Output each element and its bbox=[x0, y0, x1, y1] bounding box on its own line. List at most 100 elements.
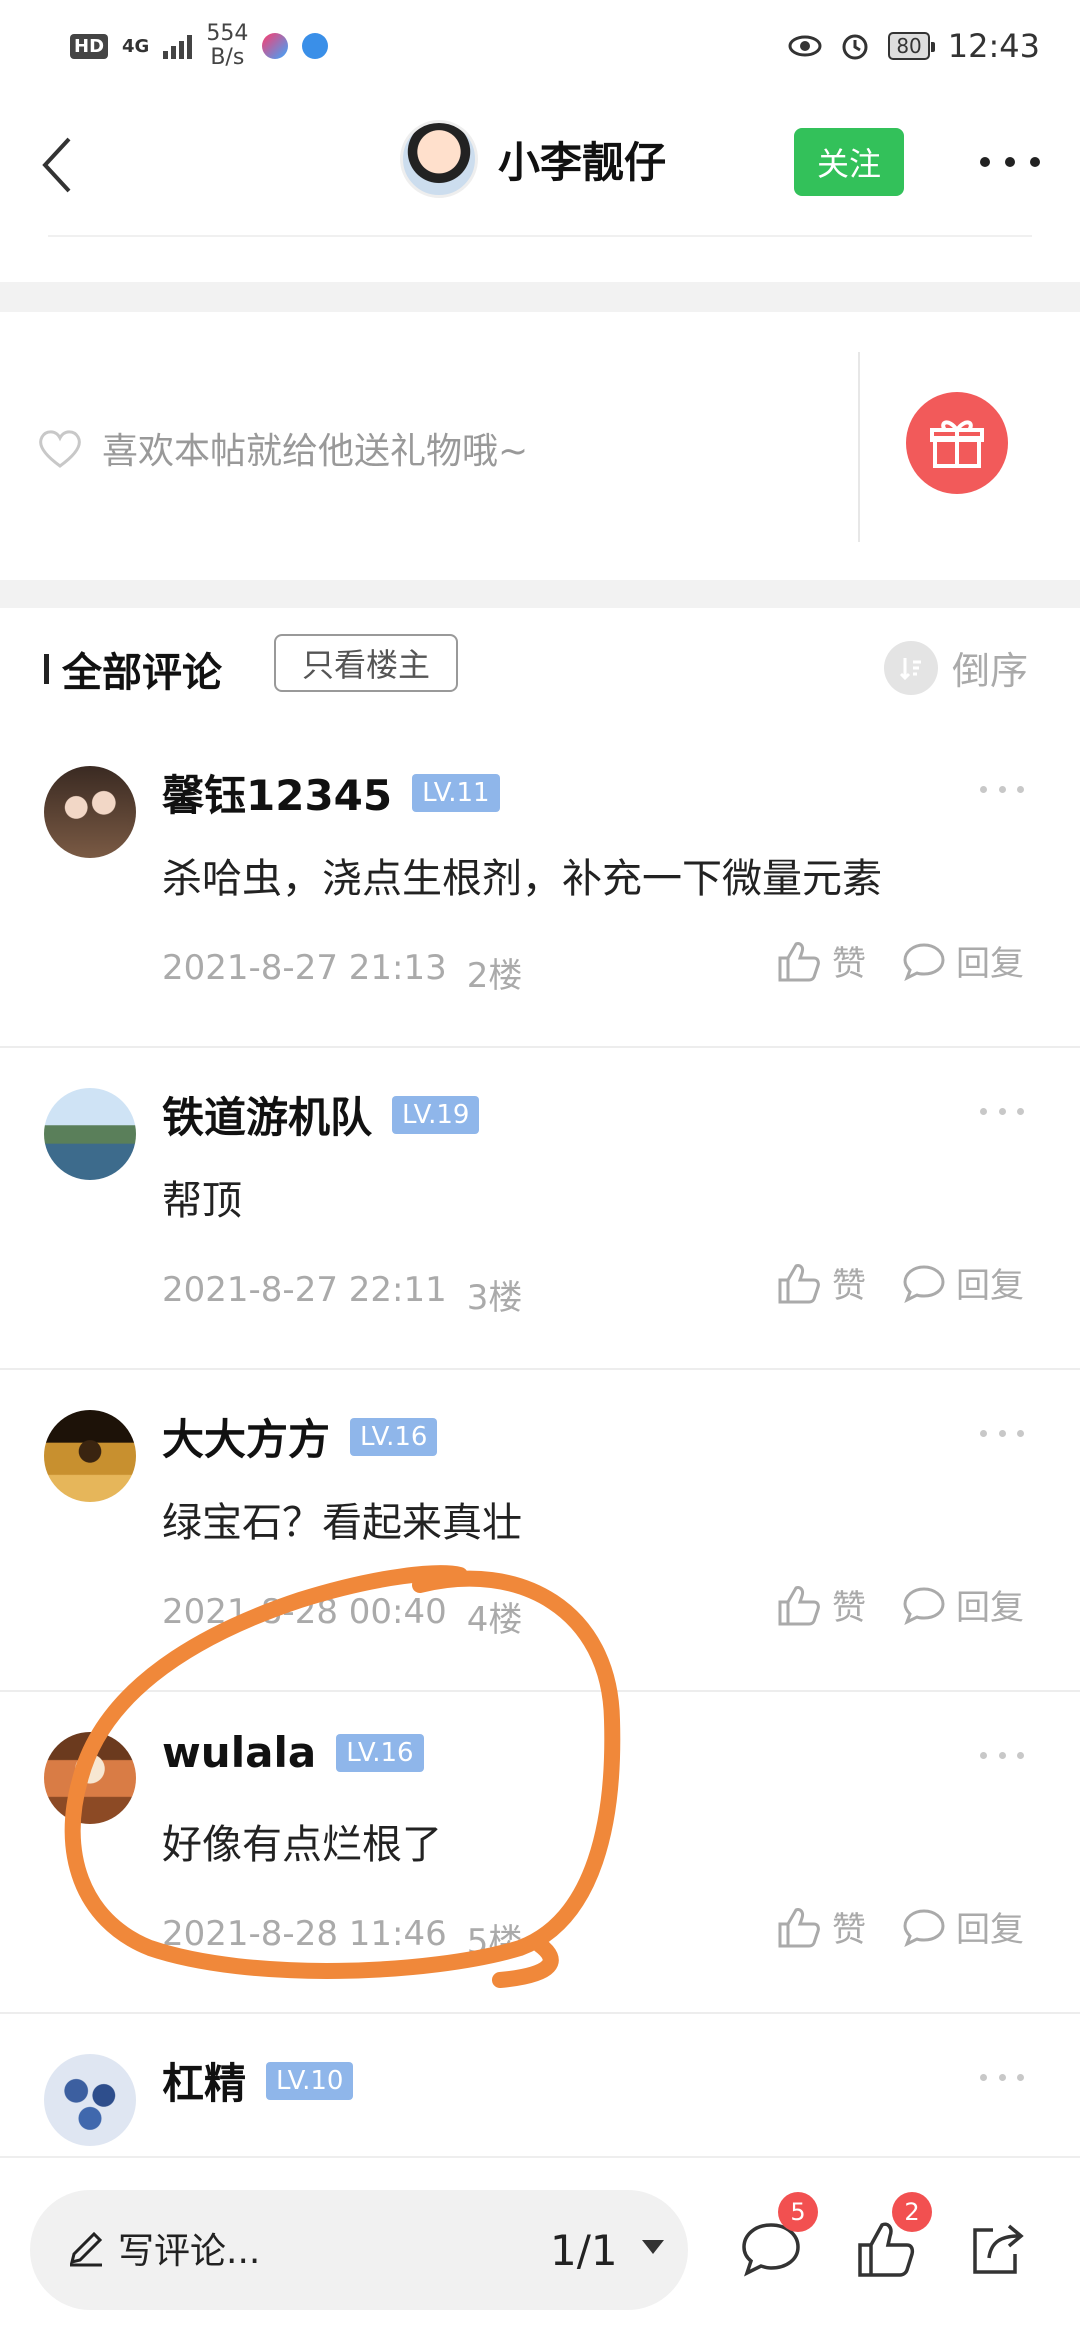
author-name[interactable]: 小李靓仔 bbox=[498, 129, 666, 190]
like-label: 赞 bbox=[832, 944, 866, 984]
app-notification-icon bbox=[262, 33, 289, 59]
more-dots-icon bbox=[998, 1430, 1006, 1437]
sort-label: 倒序 bbox=[952, 649, 1029, 693]
comment-time: 2021-8-27 21:13 bbox=[162, 948, 447, 988]
section-separator bbox=[0, 580, 1080, 608]
status-bar: HD 4G 554 B/s 80 12:43 bbox=[0, 0, 1080, 92]
eye-icon bbox=[788, 35, 822, 57]
more-dots-icon bbox=[980, 1108, 987, 1115]
reply-button[interactable]: 回复 bbox=[902, 1258, 1024, 1307]
sort-order-button[interactable]: 倒序 bbox=[884, 640, 1028, 695]
network-speed-unit: B/s bbox=[210, 45, 245, 70]
more-dots-icon bbox=[1017, 1430, 1024, 1437]
more-dots-icon bbox=[1005, 157, 1015, 167]
like-label: 赞 bbox=[832, 1266, 866, 1306]
reply-label: 回复 bbox=[956, 944, 1024, 984]
page-indicator[interactable]: 1/1 bbox=[550, 2226, 618, 2275]
signal-icon bbox=[163, 33, 193, 59]
like-button[interactable]: 赞 bbox=[776, 1258, 866, 1307]
comment-username[interactable]: 铁道游机队 bbox=[162, 1084, 372, 1145]
reply-button[interactable]: 回复 bbox=[902, 1902, 1024, 1951]
comment-text: 帮顶 bbox=[162, 1178, 242, 1224]
battery-indicator: 80 bbox=[888, 32, 936, 60]
network-label: 4G bbox=[122, 35, 150, 57]
hd-badge: HD bbox=[70, 33, 109, 59]
comments-header: 全部评论 只看楼主 倒序 bbox=[0, 610, 1080, 720]
level-badge: LV.16 bbox=[350, 1417, 438, 1456]
more-dots-icon bbox=[998, 1108, 1006, 1115]
avatar[interactable] bbox=[44, 2054, 136, 2146]
author-avatar[interactable] bbox=[400, 120, 478, 198]
like-button[interactable]: 赞 bbox=[776, 936, 866, 985]
more-options-button[interactable] bbox=[980, 142, 1040, 182]
comment-time: 2021-8-28 11:46 bbox=[162, 1914, 447, 1954]
heart-outline-icon bbox=[39, 430, 81, 468]
reply-label: 回复 bbox=[956, 1910, 1024, 1950]
send-gift-button[interactable] bbox=[906, 392, 1008, 494]
write-comment-text: 写评论... bbox=[118, 2231, 261, 2272]
reply-button[interactable]: 回复 bbox=[902, 1580, 1024, 1629]
comment-username[interactable]: 杠精 bbox=[162, 2050, 246, 2111]
comment-more-button[interactable] bbox=[980, 1430, 1024, 1437]
comment-bubble-icon bbox=[903, 942, 945, 981]
more-dots-icon bbox=[980, 2074, 987, 2081]
comment-username[interactable]: 馨钰12345 bbox=[162, 762, 392, 823]
clock: 12:43 bbox=[947, 27, 1040, 65]
page-dropdown-icon[interactable] bbox=[642, 2240, 664, 2254]
gift-prompt-text: 喜欢本帖就给他送礼物哦~ bbox=[102, 431, 529, 472]
comment-bubble-icon bbox=[903, 1908, 945, 1947]
comment-more-button[interactable] bbox=[980, 1108, 1024, 1115]
like-post-button[interactable]: 2 bbox=[850, 2192, 932, 2284]
gift-prompt[interactable]: 喜欢本帖就给他送礼物哦~ bbox=[36, 422, 528, 474]
more-dots-icon bbox=[1030, 157, 1040, 167]
level-badge: LV.11 bbox=[412, 773, 500, 812]
more-dots-icon bbox=[998, 786, 1006, 793]
alarm-icon bbox=[842, 34, 868, 60]
like-button[interactable]: 赞 bbox=[776, 1580, 866, 1629]
comment-floor: 3楼 bbox=[466, 1278, 523, 1318]
reply-label: 回复 bbox=[956, 1266, 1024, 1306]
like-button[interactable]: 赞 bbox=[776, 1902, 866, 1951]
comment-more-button[interactable] bbox=[980, 2074, 1024, 2081]
follow-button[interactable]: 关注 bbox=[794, 128, 904, 196]
share-icon bbox=[973, 2224, 1024, 2274]
more-dots-icon bbox=[998, 1752, 1006, 1759]
thumbs-up-icon bbox=[778, 1585, 820, 1625]
more-dots-icon bbox=[980, 1752, 987, 1759]
comment-more-button[interactable] bbox=[980, 1752, 1024, 1759]
back-arrow-icon bbox=[42, 137, 71, 193]
pencil-icon bbox=[69, 2231, 103, 2267]
sort-icon bbox=[884, 640, 938, 695]
write-comment-input[interactable]: 写评论... 1/1 bbox=[30, 2190, 688, 2310]
share-button[interactable] bbox=[962, 2214, 1032, 2284]
comment-time: 2021-8-28 00:40 bbox=[162, 1592, 447, 1632]
avatar[interactable] bbox=[44, 1088, 136, 1180]
back-button[interactable] bbox=[26, 130, 86, 200]
comment-user: 馨钰12345 LV.11 bbox=[162, 762, 500, 823]
avatar[interactable] bbox=[44, 766, 136, 858]
avatar[interactable] bbox=[44, 1410, 136, 1502]
bottom-action-bar: 写评论... 1/1 5 2 bbox=[0, 2156, 1080, 2340]
thumbs-up-icon bbox=[778, 1263, 820, 1303]
section-separator bbox=[0, 282, 1080, 312]
reply-button[interactable]: 回复 bbox=[902, 936, 1024, 985]
more-dots-icon bbox=[980, 1430, 987, 1437]
comment-count-badge: 5 bbox=[778, 2192, 818, 2232]
comment-text: 好像有点烂根了 bbox=[162, 1822, 442, 1868]
comment-floor: 4楼 bbox=[466, 1600, 523, 1640]
avatar[interactable] bbox=[44, 1732, 136, 1824]
status-right: 80 12:43 bbox=[788, 27, 1040, 65]
comment-more-button[interactable] bbox=[980, 786, 1024, 793]
more-dots-icon bbox=[980, 157, 990, 167]
comment-bubble-icon bbox=[903, 1586, 945, 1625]
comment-meta: 2021-8-28 00:40 4楼 bbox=[162, 1592, 522, 1641]
author-info[interactable]: 小李靓仔 bbox=[400, 120, 666, 198]
only-op-button[interactable]: 只看楼主 bbox=[274, 634, 458, 692]
like-label: 赞 bbox=[832, 1910, 866, 1950]
comment-floor: 5楼 bbox=[466, 1922, 523, 1962]
comments-button[interactable]: 5 bbox=[736, 2192, 818, 2284]
comment-item: 大大方方 LV.16 绿宝石？看起来真壮 2021-8-28 00:40 4楼 … bbox=[0, 1370, 1080, 1692]
comment-username[interactable]: wulala bbox=[162, 1728, 316, 1777]
comment-username[interactable]: 大大方方 bbox=[162, 1406, 330, 1467]
reply-label: 回复 bbox=[956, 1588, 1024, 1628]
